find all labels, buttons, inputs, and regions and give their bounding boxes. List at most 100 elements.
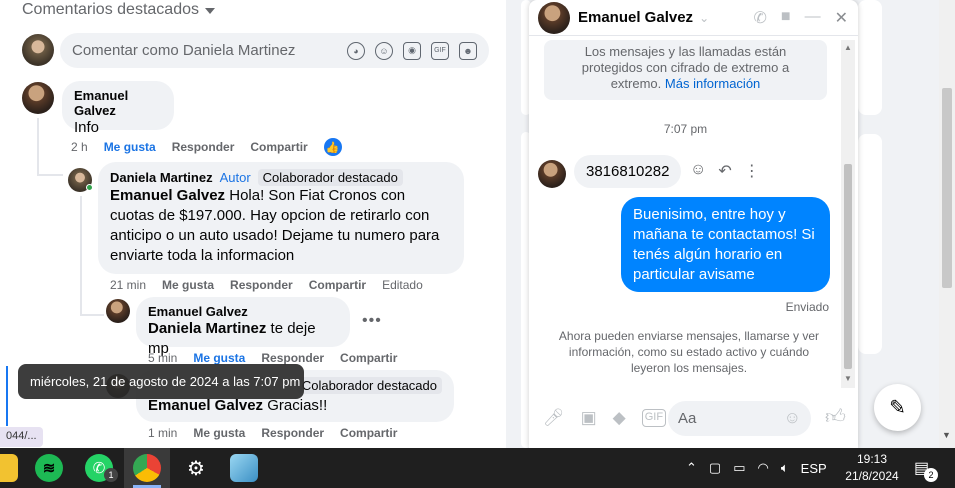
comment-actions: 5 min Me gusta Responder Compartir bbox=[148, 351, 397, 365]
comment-input[interactable]: Comentar como Daniela Martinez ◕ ☺ ◉ GIF… bbox=[60, 33, 489, 68]
thumbs-up-icon[interactable]: 👍︎ bbox=[825, 405, 846, 429]
commenter-avatar[interactable] bbox=[106, 299, 130, 323]
share-button[interactable]: Compartir bbox=[309, 278, 366, 292]
meet-now-icon[interactable]: ▢ bbox=[709, 460, 721, 476]
comment-actions: 21 min Me gusta Responder Compartir Edit… bbox=[110, 278, 423, 292]
comment-bubble: Daniela Martinez Autor Colaborador desta… bbox=[98, 162, 464, 274]
reply-button[interactable]: Responder bbox=[261, 351, 324, 365]
language-indicator[interactable]: ESP bbox=[801, 461, 827, 476]
emoji-icon[interactable]: ☺ bbox=[375, 41, 393, 60]
chat-avatar[interactable] bbox=[538, 1, 570, 34]
page-scroll-thumb[interactable] bbox=[942, 88, 952, 288]
chevron-up-icon[interactable]: ⌃ bbox=[686, 460, 697, 476]
section-title: Comentarios destacados bbox=[22, 1, 199, 18]
chat-contact-name[interactable]: Emanuel Galvez bbox=[578, 9, 693, 26]
more-options-icon[interactable]: ••• bbox=[362, 312, 382, 330]
message-input[interactable]: Aa ☺ bbox=[668, 401, 811, 436]
reply-button[interactable]: Responder bbox=[230, 278, 293, 292]
like-button[interactable]: Me gusta bbox=[193, 351, 245, 365]
collaborator-badge: Colaborador destacado bbox=[296, 377, 442, 394]
connection-info: Ahora pueden enviarse mensajes, llamarse… bbox=[558, 329, 820, 375]
camera-icon[interactable]: ◉ bbox=[403, 41, 421, 60]
like-button[interactable]: Me gusta bbox=[104, 140, 156, 154]
microphone-icon[interactable]: 🎤︎ bbox=[543, 408, 565, 428]
right-column: ▼ bbox=[858, 0, 955, 448]
online-indicator bbox=[86, 184, 93, 191]
wifi-icon[interactable]: ◠ bbox=[758, 460, 769, 476]
new-message-button[interactable]: ✎ bbox=[874, 384, 921, 431]
settings-icon[interactable]: ⚙ bbox=[182, 454, 210, 482]
battery-icon[interactable]: ▭ bbox=[733, 460, 745, 476]
message-timestamp: 7:07 pm bbox=[663, 122, 708, 136]
spotify-icon[interactable]: ≋ bbox=[35, 454, 63, 482]
more-info-link[interactable]: Más información bbox=[665, 76, 760, 91]
mention-link[interactable]: Emanuel Galvez bbox=[110, 187, 225, 204]
comment-bubble: Emanuel Galvez Info bbox=[62, 81, 174, 136]
scroll-down-arrow-icon[interactable]: ▼ bbox=[844, 374, 852, 383]
incoming-message-text: 3816810282 bbox=[586, 163, 670, 180]
comment-author[interactable]: Emanuel Galvez bbox=[74, 88, 162, 118]
chat-window: Emanuel Galvez ⌄ ✆ ■ — ✕ Los mensajes y … bbox=[529, 0, 858, 448]
minimize-icon[interactable]: — bbox=[805, 8, 821, 28]
chevron-down-icon[interactable]: ⌄ bbox=[699, 11, 709, 25]
sticker-icon[interactable]: ☻ bbox=[459, 41, 477, 60]
emoji-icon[interactable]: ☺ bbox=[784, 408, 801, 428]
featured-comments-filter[interactable]: Comentarios destacados bbox=[22, 1, 215, 19]
comment-author[interactable]: Daniela Martinez bbox=[110, 170, 213, 185]
clock[interactable]: 19:13 21/8/2024 bbox=[840, 451, 904, 485]
react-icon[interactable]: ☺ bbox=[690, 161, 706, 181]
background-card bbox=[858, 134, 882, 354]
chat-header[interactable]: Emanuel Galvez ⌄ ✆ ■ — ✕ bbox=[529, 0, 858, 36]
mention-link[interactable]: Daniela Martinez bbox=[148, 320, 266, 337]
share-button[interactable]: Compartir bbox=[340, 351, 397, 365]
author-badge: Autor bbox=[219, 170, 251, 185]
comment-time[interactable]: 2 h bbox=[71, 140, 88, 154]
comment-time[interactable]: 5 min bbox=[148, 351, 177, 365]
comment-time[interactable]: 21 min bbox=[110, 278, 146, 292]
share-button[interactable]: Compartir bbox=[340, 426, 397, 440]
volume-icon[interactable]: 🔈︎ bbox=[781, 460, 789, 476]
gif-icon[interactable]: GIF bbox=[431, 41, 449, 60]
avatar-sticker-icon[interactable]: ◕ bbox=[347, 41, 365, 60]
background-card bbox=[858, 0, 882, 115]
close-icon[interactable]: ✕ bbox=[835, 8, 848, 28]
sticker-icon[interactable]: ◆ bbox=[613, 408, 626, 428]
message-actions: ☺ ↶ ⋮ bbox=[690, 161, 760, 181]
mention-link[interactable]: Emanuel Galvez bbox=[148, 397, 263, 414]
comment-time[interactable]: 1 min bbox=[148, 426, 177, 440]
video-icon[interactable]: ■ bbox=[781, 8, 791, 28]
notes-app-icon[interactable] bbox=[230, 454, 258, 482]
scroll-down-arrow-icon[interactable]: ▼ bbox=[942, 430, 951, 440]
collaborator-badge: Colaborador destacado bbox=[257, 169, 403, 186]
reply-button[interactable]: Responder bbox=[172, 140, 235, 154]
file-explorer-icon[interactable] bbox=[0, 454, 18, 482]
share-button[interactable]: Compartir bbox=[250, 140, 307, 154]
reply-button[interactable]: Responder bbox=[261, 426, 324, 440]
reply-icon[interactable]: ↶ bbox=[718, 161, 731, 181]
more-icon[interactable]: ⋮ bbox=[744, 161, 760, 181]
commenter-avatar[interactable] bbox=[22, 82, 54, 114]
chat-scroll-thumb[interactable] bbox=[844, 164, 852, 369]
outgoing-message-text: Buenisimo, entre hoy y mañana te contact… bbox=[633, 206, 815, 283]
phone-icon[interactable]: ✆ bbox=[754, 8, 767, 28]
photo-icon[interactable]: ▣ bbox=[581, 408, 597, 428]
comment-author[interactable]: Emanuel Galvez bbox=[148, 304, 338, 319]
sender-avatar[interactable] bbox=[538, 160, 566, 188]
thread-line bbox=[80, 196, 82, 316]
like-reaction-icon[interactable]: 👍 bbox=[323, 138, 342, 156]
message-placeholder: Aa bbox=[678, 410, 697, 427]
comment-actions: 1 min Me gusta Responder Compartir bbox=[148, 426, 397, 440]
thread-connector bbox=[37, 174, 63, 176]
incoming-message[interactable]: 3816810282 bbox=[574, 155, 682, 188]
scroll-up-arrow-icon[interactable]: ▲ bbox=[844, 43, 852, 52]
clock-date: 21/8/2024 bbox=[845, 469, 899, 483]
focus-marker bbox=[6, 366, 8, 426]
user-avatar[interactable] bbox=[22, 34, 54, 66]
gif-icon[interactable]: GIF bbox=[641, 409, 667, 427]
encryption-notice: Los mensajes y las llamadas están proteg… bbox=[544, 40, 827, 100]
like-button[interactable]: Me gusta bbox=[193, 426, 245, 440]
chrome-icon[interactable] bbox=[133, 454, 161, 482]
outgoing-message[interactable]: Buenisimo, entre hoy y mañana te contact… bbox=[621, 197, 830, 292]
like-button[interactable]: Me gusta bbox=[162, 278, 214, 292]
comment-text: Gracias!! bbox=[263, 397, 328, 414]
